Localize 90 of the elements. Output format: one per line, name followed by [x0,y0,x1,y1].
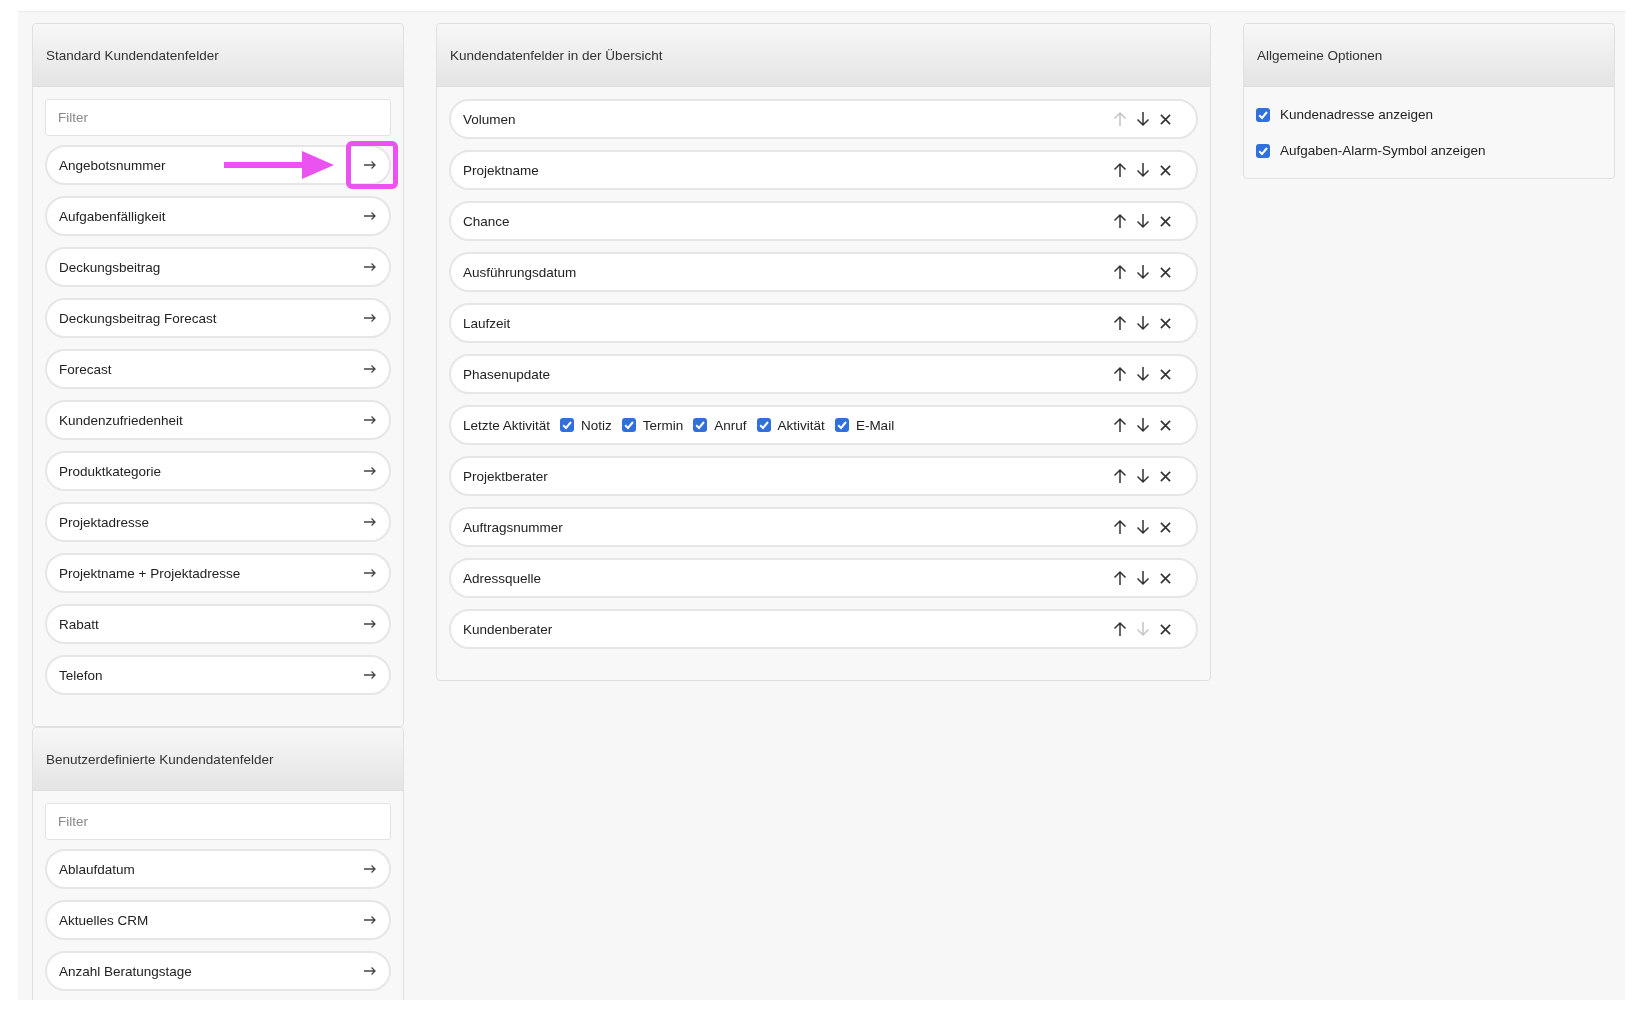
field-label: Auftragsnummer [463,519,563,535]
arrow-up-icon[interactable] [1113,468,1127,484]
arrow-right-icon[interactable] [363,517,377,527]
checkbox[interactable] [1256,143,1270,158]
close-icon[interactable] [1160,164,1171,176]
field-label: Laufzeit [463,315,511,331]
close-icon[interactable] [1160,266,1171,278]
field-list-item[interactable]: Ablaufdatum [45,849,391,889]
close-icon[interactable] [1160,113,1171,125]
field-label: Letzte Aktivität [463,417,551,433]
checkbox-label: Kundenadresse anzeigen [1280,107,1434,122]
arrow-down-icon[interactable] [1136,417,1150,433]
field-list-item[interactable]: Forecast [45,349,391,389]
arrow-up-icon[interactable] [1113,621,1127,637]
field-list-item[interactable]: Aktuelles CRM [45,900,391,940]
checkbox-label: Termin [642,417,684,433]
arrow-down-icon[interactable] [1136,162,1150,178]
field-label: Phasenupdate [463,366,551,382]
panel-header: Standard Kundendatenfelder [33,24,403,87]
filter-field[interactable]: Filter [45,803,391,840]
checkbox-label: Notiz [581,417,612,433]
arrow-right-icon[interactable] [363,966,377,976]
field-list-item[interactable]: Rabatt [45,604,391,644]
arrow-up-icon[interactable] [1113,213,1127,229]
arrow-up-icon[interactable] [1113,417,1127,433]
arrow-right-icon[interactable] [363,568,377,578]
arrow-down-icon[interactable] [1136,468,1150,484]
arrow-right-icon[interactable] [363,211,377,221]
close-icon[interactable] [1160,623,1171,635]
checkbox[interactable] [693,418,708,432]
arrow-right-icon[interactable] [363,670,377,680]
field-label: Kundenberater [463,621,553,637]
checkbox[interactable] [560,418,575,432]
arrow-down-icon[interactable] [1136,213,1150,229]
arrow-up-icon[interactable] [1113,519,1127,535]
field-label: Chance [463,213,510,229]
panel-header: Allgemeine Optionen [1244,24,1614,87]
arrow-right-icon[interactable] [363,864,377,874]
checkbox[interactable] [621,418,636,432]
arrow-right-icon[interactable] [363,262,377,272]
filter-field[interactable]: Filter [45,99,391,136]
field-list-item[interactable]: Angebotsnummer [45,145,391,185]
close-icon[interactable] [1160,419,1171,431]
checkbox-label: Aufgaben-Alarm-Symbol anzeigen [1280,143,1486,158]
arrow-right-icon[interactable] [363,915,377,925]
field-label: Projektberater [463,468,548,484]
checkbox-label: Aktivität [777,417,825,433]
field-list-item[interactable]: Projektadresse [45,502,391,542]
checkbox[interactable] [756,418,771,432]
arrow-right-icon[interactable] [363,364,377,374]
arrow-right-icon[interactable] [363,160,377,170]
close-icon[interactable] [1160,470,1171,482]
field-list-item[interactable]: Aufgabenfälligkeit [45,196,391,236]
field-list-item[interactable]: Produktkategorie [45,451,391,491]
arrow-right-icon[interactable] [363,466,377,476]
arrow-right-icon[interactable] [363,619,377,629]
arrow-right-icon[interactable] [363,415,377,425]
arrow-up-icon[interactable] [1113,162,1127,178]
checkbox[interactable] [834,418,849,432]
panel-header: Benutzerdefinierte Kundendatenfelder [33,728,403,791]
field-list-item[interactable]: Telefon [45,655,391,695]
arrow-down-icon[interactable] [1136,570,1150,586]
arrow-up-icon[interactable] [1113,570,1127,586]
field-label: Projektname [463,162,539,178]
arrow-up-icon[interactable] [1113,315,1127,331]
checkbox[interactable] [1256,107,1270,122]
close-icon[interactable] [1160,521,1171,533]
checkbox-label: E-Mail [855,417,895,433]
close-icon[interactable] [1160,215,1171,227]
checkbox-label: Anruf [714,417,747,433]
field-list-item[interactable]: Anzahl Beratungstage [45,951,391,991]
field-list-item[interactable]: Deckungsbeitrag Forecast [45,298,391,338]
arrow-down-icon[interactable] [1136,519,1150,535]
close-icon[interactable] [1160,572,1171,584]
arrow-down-icon[interactable] [1136,111,1150,127]
arrow-up-icon[interactable] [1113,264,1127,280]
arrow-down-icon[interactable] [1136,264,1150,280]
field-label: Volumen [463,111,516,127]
field-list-item[interactable]: Kundenzufriedenheit [45,400,391,440]
close-icon[interactable] [1160,368,1171,380]
field-label: Adressquelle [463,570,542,586]
panel-header: Kundendatenfelder in der Übersicht [437,24,1210,87]
arrow-right-icon[interactable] [363,313,377,323]
field-list-item[interactable]: Deckungsbeitrag [45,247,391,287]
close-icon[interactable] [1160,317,1171,329]
arrow-up-icon[interactable] [1113,366,1127,382]
arrow-down-icon[interactable] [1136,315,1150,331]
field-label: Ausführungsdatum [463,264,577,280]
field-list-item[interactable]: Projektname + Projektadresse [45,553,391,593]
arrow-down-icon[interactable] [1136,366,1150,382]
